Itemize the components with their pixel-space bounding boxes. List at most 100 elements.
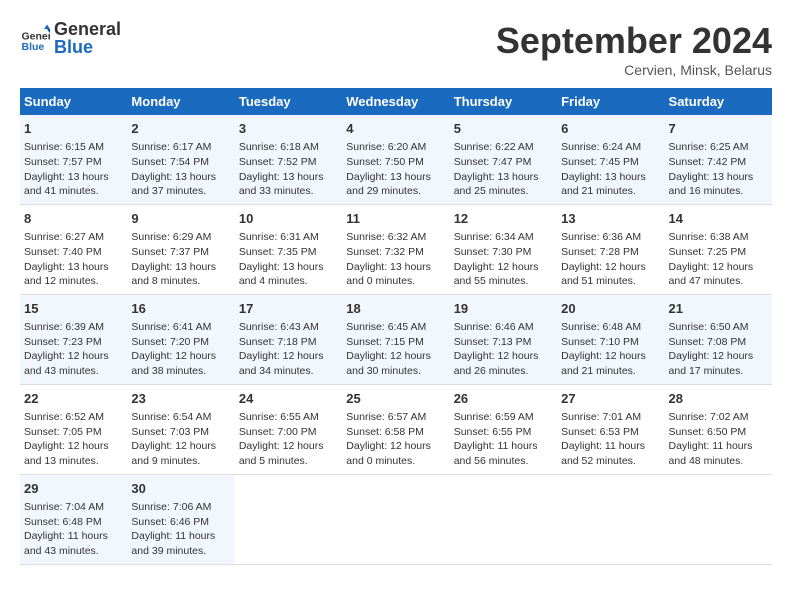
sunset: Sunset: 7:47 PM [454,156,532,168]
calendar-cell: 11 Sunrise: 6:32 AM Sunset: 7:32 PM Dayl… [342,204,449,294]
calendar-cell: 24 Sunrise: 6:55 AM Sunset: 7:00 PM Dayl… [235,384,342,474]
sunset: Sunset: 7:20 PM [131,336,209,348]
day-number: 9 [131,210,230,228]
daylight-line1: Daylight: 13 hours [346,261,431,273]
day-number: 23 [131,390,230,408]
daylight-line2: and 0 minutes. [346,455,415,467]
calendar-cell: 26 Sunrise: 6:59 AM Sunset: 6:55 PM Dayl… [450,384,557,474]
daylight-line1: Daylight: 12 hours [131,350,216,362]
day-number: 3 [239,120,338,138]
day-number: 22 [24,390,123,408]
daylight-line2: and 30 minutes. [346,365,421,377]
sunset: Sunset: 7:42 PM [669,156,747,168]
day-number: 8 [24,210,123,228]
sunrise: Sunrise: 6:54 AM [131,411,211,423]
sunrise: Sunrise: 6:57 AM [346,411,426,423]
daylight-line2: and 33 minutes. [239,185,314,197]
daylight-line1: Daylight: 12 hours [131,440,216,452]
sunset: Sunset: 7:05 PM [24,426,102,438]
column-header-tuesday: Tuesday [235,88,342,115]
sunrise: Sunrise: 6:46 AM [454,321,534,333]
day-number: 24 [239,390,338,408]
daylight-line2: and 52 minutes. [561,455,636,467]
calendar-row: 15 Sunrise: 6:39 AM Sunset: 7:23 PM Dayl… [20,294,772,384]
sunrise: Sunrise: 6:25 AM [669,141,749,153]
daylight-line1: Daylight: 13 hours [131,261,216,273]
sunset: Sunset: 7:35 PM [239,246,317,258]
calendar-cell: 25 Sunrise: 6:57 AM Sunset: 6:58 PM Dayl… [342,384,449,474]
sunrise: Sunrise: 6:34 AM [454,231,534,243]
sunrise: Sunrise: 6:17 AM [131,141,211,153]
sunrise: Sunrise: 6:41 AM [131,321,211,333]
daylight-line1: Daylight: 13 hours [131,171,216,183]
daylight-line1: Daylight: 13 hours [239,171,324,183]
sunset: Sunset: 6:48 PM [24,516,102,528]
calendar-row: 1 Sunrise: 6:15 AM Sunset: 7:57 PM Dayli… [20,115,772,204]
day-number: 18 [346,300,445,318]
day-number: 29 [24,480,123,498]
column-header-wednesday: Wednesday [342,88,449,115]
daylight-line2: and 21 minutes. [561,185,636,197]
daylight-line1: Daylight: 12 hours [561,350,646,362]
daylight-line1: Daylight: 12 hours [239,350,324,362]
day-number: 16 [131,300,230,318]
daylight-line1: Daylight: 11 hours [561,440,645,452]
calendar-cell: 12 Sunrise: 6:34 AM Sunset: 7:30 PM Dayl… [450,204,557,294]
day-number: 10 [239,210,338,228]
day-number: 5 [454,120,553,138]
day-number: 27 [561,390,660,408]
daylight-line2: and 4 minutes. [239,275,308,287]
sunrise: Sunrise: 6:52 AM [24,411,104,423]
day-number: 4 [346,120,445,138]
sunrise: Sunrise: 6:36 AM [561,231,641,243]
column-header-thursday: Thursday [450,88,557,115]
sunrise: Sunrise: 6:39 AM [24,321,104,333]
calendar-cell [235,474,342,564]
daylight-line2: and 13 minutes. [24,455,99,467]
daylight-line1: Daylight: 13 hours [561,171,646,183]
day-number: 11 [346,210,445,228]
daylight-line2: and 5 minutes. [239,455,308,467]
calendar-cell: 29 Sunrise: 7:04 AM Sunset: 6:48 PM Dayl… [20,474,127,564]
location: Cervien, Minsk, Belarus [496,62,772,78]
calendar-cell: 10 Sunrise: 6:31 AM Sunset: 7:35 PM Dayl… [235,204,342,294]
daylight-line1: Daylight: 13 hours [239,261,324,273]
calendar-cell: 21 Sunrise: 6:50 AM Sunset: 7:08 PM Dayl… [665,294,772,384]
sunset: Sunset: 7:13 PM [454,336,532,348]
daylight-line2: and 0 minutes. [346,275,415,287]
column-header-friday: Friday [557,88,664,115]
day-number: 2 [131,120,230,138]
daylight-line2: and 34 minutes. [239,365,314,377]
daylight-line2: and 43 minutes. [24,365,99,377]
sunset: Sunset: 7:50 PM [346,156,424,168]
sunset: Sunset: 7:57 PM [24,156,102,168]
daylight-line1: Daylight: 12 hours [454,261,539,273]
daylight-line2: and 55 minutes. [454,275,529,287]
sunrise: Sunrise: 6:50 AM [669,321,749,333]
calendar-row: 8 Sunrise: 6:27 AM Sunset: 7:40 PM Dayli… [20,204,772,294]
daylight-line1: Daylight: 13 hours [454,171,539,183]
sunset: Sunset: 6:53 PM [561,426,639,438]
daylight-line1: Daylight: 11 hours [131,530,215,542]
daylight-line1: Daylight: 11 hours [454,440,538,452]
logo-general: General [54,20,121,38]
calendar-cell: 30 Sunrise: 7:06 AM Sunset: 6:46 PM Dayl… [127,474,234,564]
daylight-line2: and 21 minutes. [561,365,636,377]
daylight-line1: Daylight: 12 hours [24,440,109,452]
sunset: Sunset: 7:30 PM [454,246,532,258]
sunrise: Sunrise: 7:06 AM [131,501,211,513]
sunrise: Sunrise: 6:24 AM [561,141,641,153]
day-number: 12 [454,210,553,228]
sunrise: Sunrise: 6:15 AM [24,141,104,153]
sunrise: Sunrise: 6:48 AM [561,321,641,333]
sunset: Sunset: 7:18 PM [239,336,317,348]
daylight-line1: Daylight: 12 hours [454,350,539,362]
sunrise: Sunrise: 6:55 AM [239,411,319,423]
sunrise: Sunrise: 6:27 AM [24,231,104,243]
daylight-line2: and 39 minutes. [131,545,206,557]
calendar-cell: 15 Sunrise: 6:39 AM Sunset: 7:23 PM Dayl… [20,294,127,384]
calendar-cell: 16 Sunrise: 6:41 AM Sunset: 7:20 PM Dayl… [127,294,234,384]
day-number: 14 [669,210,768,228]
sunrise: Sunrise: 6:29 AM [131,231,211,243]
sunrise: Sunrise: 7:01 AM [561,411,641,423]
